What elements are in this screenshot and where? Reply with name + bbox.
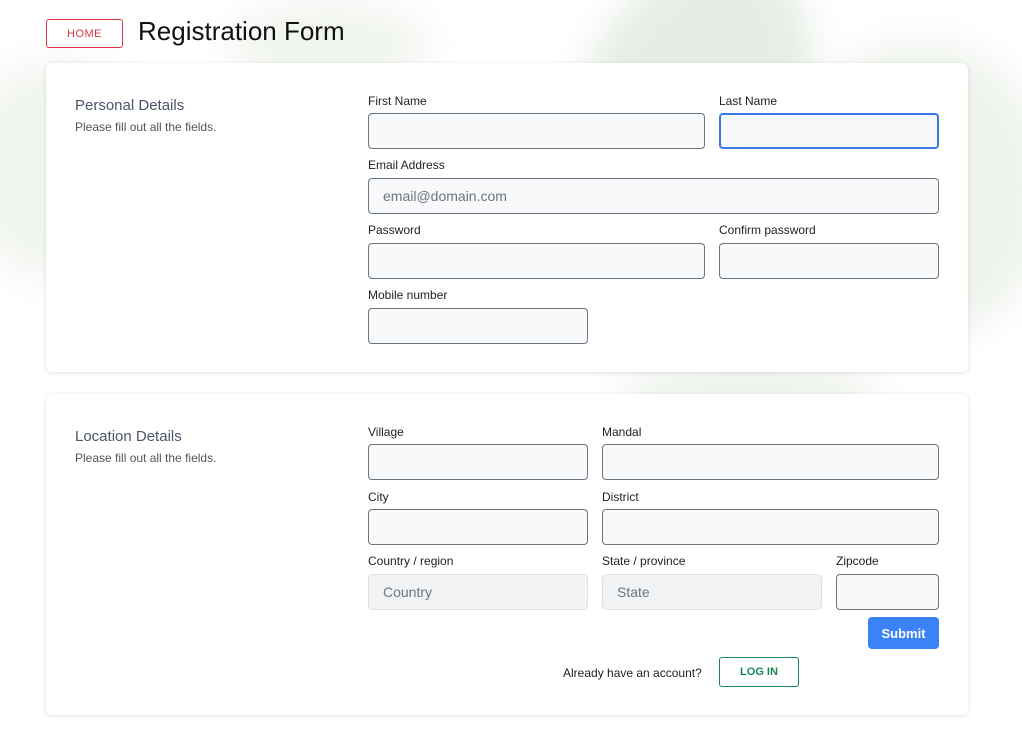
section-subtitle: Please fill out all the fields. xyxy=(75,451,217,465)
already-account-text: Already have an account? xyxy=(563,666,702,680)
country-input[interactable] xyxy=(368,574,588,610)
state-label: State / province xyxy=(602,554,686,568)
country-label: Country / region xyxy=(368,554,454,568)
first-name-input[interactable] xyxy=(368,113,705,149)
section-title: Personal Details xyxy=(75,97,185,114)
mobile-input[interactable] xyxy=(368,308,588,344)
district-label: District xyxy=(602,490,639,504)
last-name-label: Last Name xyxy=(719,94,778,108)
zipcode-input[interactable] xyxy=(836,574,939,610)
city-label: City xyxy=(368,490,389,504)
first-name-label: First Name xyxy=(368,94,427,108)
zipcode-label: Zipcode xyxy=(836,554,879,568)
city-input[interactable] xyxy=(368,509,588,545)
password-label: Password xyxy=(368,223,421,237)
page-title: Registration Form xyxy=(138,15,345,46)
submit-button[interactable]: Submit xyxy=(868,617,939,649)
password-input[interactable] xyxy=(368,243,705,279)
mobile-label: Mobile number xyxy=(368,288,448,302)
district-input[interactable] xyxy=(602,509,939,545)
email-input[interactable] xyxy=(368,178,939,214)
village-input[interactable] xyxy=(368,444,588,480)
page-header: HOME Registration Form xyxy=(46,14,345,48)
email-label: Email Address xyxy=(368,158,445,172)
login-button[interactable]: LOG IN xyxy=(719,657,799,687)
location-details-card: Location Details Please fill out all the… xyxy=(46,394,968,715)
last-name-input[interactable] xyxy=(719,113,939,149)
confirm-password-input[interactable] xyxy=(719,243,939,279)
state-input[interactable] xyxy=(602,574,822,610)
confirm-password-label: Confirm password xyxy=(719,223,816,237)
section-subtitle: Please fill out all the fields. xyxy=(75,120,217,134)
home-button[interactable]: HOME xyxy=(46,19,123,48)
mandal-input[interactable] xyxy=(602,444,939,480)
village-label: Village xyxy=(368,425,404,439)
mandal-label: Mandal xyxy=(602,425,642,439)
section-title: Location Details xyxy=(75,428,182,445)
personal-details-card: Personal Details Please fill out all the… xyxy=(46,63,968,372)
